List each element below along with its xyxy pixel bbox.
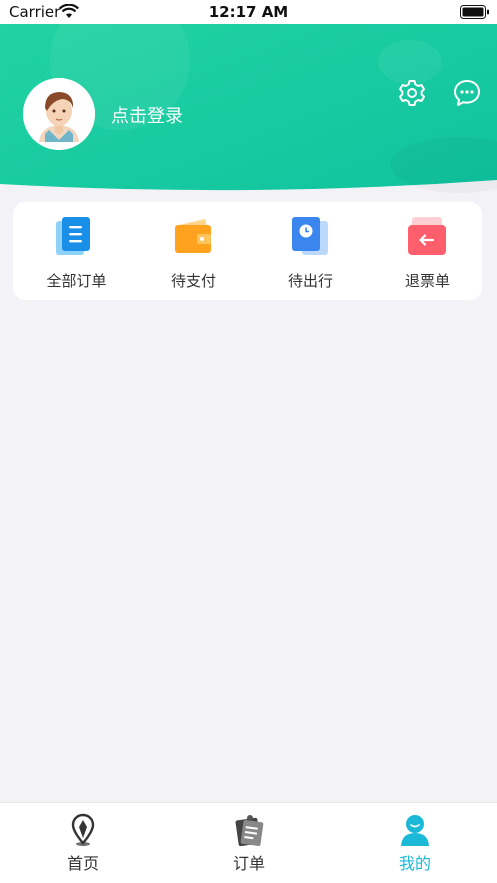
home-pin-icon [71, 813, 95, 846]
message-icon[interactable] [452, 78, 482, 108]
status-bar: Carrier 12:17 AM [0, 0, 497, 24]
tab-home-label: 首页 [66, 854, 99, 873]
pending-payment-button[interactable]: 待支付 [135, 202, 252, 300]
tab-profile-label: 我的 [398, 854, 431, 873]
document-list-icon [56, 217, 90, 255]
tab-orders[interactable]: 订单 [166, 803, 332, 883]
refund-orders-label: 退票单 [404, 272, 450, 290]
upcoming-trips-button[interactable]: 待出行 [252, 202, 369, 300]
all-orders-button[interactable]: 全部订单 [18, 202, 135, 300]
gear-icon[interactable] [397, 78, 427, 108]
login-link[interactable]: 点击登录 [111, 102, 183, 128]
order-clipboard-icon [235, 815, 264, 847]
clock-card-icon [292, 217, 328, 255]
refund-arrow-icon [408, 217, 446, 255]
tab-profile[interactable]: 我的 [332, 803, 497, 883]
user-avatar-icon [23, 78, 95, 150]
pending-payment-label: 待支付 [170, 272, 216, 290]
clock: 12:17 AM [208, 3, 289, 21]
order-shortcuts-card: 全部订单 待支付 待出行 退票单 [13, 202, 482, 300]
avatar[interactable] [23, 78, 95, 150]
tab-orders-label: 订单 [232, 854, 265, 873]
refund-orders-button[interactable]: 退票单 [369, 202, 486, 300]
tab-home[interactable]: 首页 [0, 803, 166, 883]
profile-icon [401, 815, 429, 846]
tab-bar: 首页 订单 我的 [0, 802, 497, 883]
all-orders-label: 全部订单 [46, 272, 107, 290]
upcoming-trips-label: 待出行 [287, 272, 333, 290]
battery-icon [460, 5, 489, 19]
wallet-icon [175, 219, 211, 253]
